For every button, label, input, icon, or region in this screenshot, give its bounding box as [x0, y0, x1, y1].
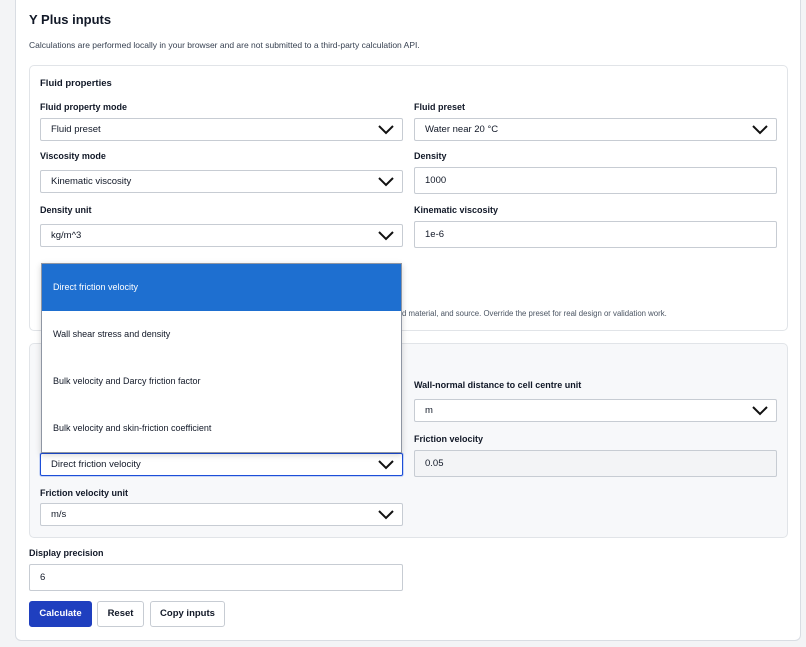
fluid-properties-title: Fluid properties: [40, 78, 112, 89]
display-precision-label: Display precision: [29, 548, 104, 558]
chevron-down-icon: [378, 509, 394, 520]
friction-mode-select[interactable]: Direct friction velocity: [40, 453, 403, 476]
chevron-down-icon: [378, 176, 394, 187]
density-unit-value: kg/m^3: [51, 230, 82, 241]
display-precision-input[interactable]: 6: [29, 564, 403, 591]
chevron-down-icon: [378, 459, 394, 470]
kinematic-viscosity-input[interactable]: 1e-6: [414, 221, 777, 248]
friction-velocity-input[interactable]: 0.05: [414, 450, 777, 477]
density-label: Density: [414, 151, 447, 161]
dropdown-option[interactable]: Direct friction velocity: [42, 264, 401, 311]
distance-unit-select[interactable]: m: [414, 399, 777, 422]
chevron-down-icon: [378, 230, 394, 241]
dropdown-option[interactable]: Bulk velocity and Darcy friction factor: [42, 358, 401, 405]
page-title: Y Plus inputs: [29, 12, 112, 27]
friction-mode-dropdown-list: Direct friction velocity Wall shear stre…: [41, 263, 402, 453]
reset-button[interactable]: Reset: [97, 601, 144, 627]
chevron-down-icon: [378, 124, 394, 135]
viscosity-mode-select[interactable]: Kinematic viscosity: [40, 170, 403, 193]
local-calculation-note: Calculations are performed locally in yo…: [29, 40, 420, 50]
dropdown-option[interactable]: Bulk velocity and skin-friction coeffici…: [42, 405, 401, 452]
fluid-preset-value: Water near 20 °C: [425, 124, 499, 135]
kinematic-viscosity-label: Kinematic viscosity: [414, 205, 499, 215]
density-unit-label: Density unit: [40, 205, 92, 215]
friction-velocity-unit-select[interactable]: m/s: [40, 503, 403, 526]
friction-velocity-unit-value: m/s: [51, 509, 67, 520]
distance-unit-label: Wall-normal distance to cell centre unit: [414, 380, 582, 390]
friction-velocity-label: Friction velocity: [414, 434, 484, 444]
friction-velocity-unit-label: Friction velocity unit: [40, 488, 129, 498]
preset-source-hint: d material, and source. Override the pre…: [402, 309, 667, 318]
fluid-property-mode-label: Fluid property mode: [40, 102, 128, 112]
fluid-preset-select[interactable]: Water near 20 °C: [414, 118, 777, 141]
chevron-down-icon: [752, 405, 768, 416]
density-input[interactable]: 1000: [414, 167, 777, 194]
distance-unit-value: m: [425, 405, 433, 416]
dropdown-option[interactable]: Wall shear stress and density: [42, 311, 401, 358]
chevron-down-icon: [752, 124, 768, 135]
fluid-preset-label: Fluid preset: [414, 102, 466, 112]
fluid-property-mode-select[interactable]: Fluid preset: [40, 118, 403, 141]
viscosity-mode-label: Viscosity mode: [40, 151, 106, 161]
copy-inputs-button[interactable]: Copy inputs: [150, 601, 225, 627]
viscosity-mode-value: Kinematic viscosity: [51, 176, 132, 187]
friction-mode-value: Direct friction velocity: [51, 459, 141, 470]
density-unit-select[interactable]: kg/m^3: [40, 224, 403, 247]
fluid-property-mode-value: Fluid preset: [51, 124, 101, 135]
calculate-button[interactable]: Calculate: [29, 601, 92, 627]
